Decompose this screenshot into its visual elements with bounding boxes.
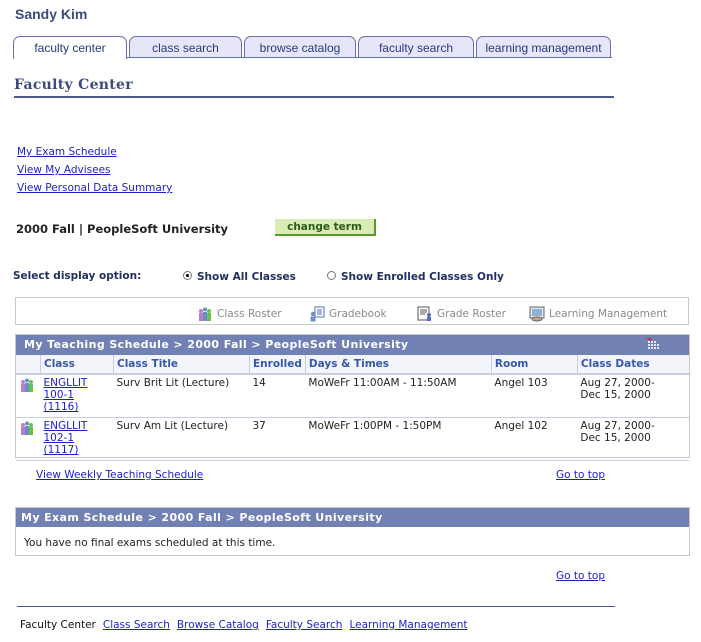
class-roster-label: Class Roster	[217, 308, 282, 320]
gradebook-action[interactable]: Gradebook	[309, 306, 387, 322]
col-days-times: Days & Times	[305, 355, 492, 375]
action-toolbar: Class Roster Gradebook Grade Roster Lear…	[15, 297, 689, 325]
table-header-row: Class Class Title Enrolled Days & Times …	[16, 355, 689, 375]
tab-learning-management[interactable]: learning management	[476, 36, 611, 57]
tab-class-search[interactable]: class search	[129, 36, 242, 57]
enrolled-cell: 37	[249, 417, 306, 461]
col-class-dates: Class Dates	[577, 355, 689, 375]
tab-faculty-center[interactable]: faculty center	[13, 36, 127, 59]
class-dates-cell: Aug 27, 2000- Dec 15, 2000	[577, 417, 689, 461]
view-weekly-teaching-schedule-link[interactable]: View Weekly Teaching Schedule	[36, 469, 203, 481]
learning-management-label: Learning Management	[549, 308, 668, 320]
show-enrolled-only-radio[interactable]	[327, 271, 336, 280]
go-to-top-link[interactable]: Go to top	[556, 469, 605, 481]
col-class-title: Class Title	[113, 355, 250, 375]
user-name: Sandy Kim	[15, 6, 88, 22]
col-icon	[16, 355, 41, 375]
exam-schedule-grid: My Exam Schedule > 2000 Fall > PeopleSof…	[15, 507, 690, 556]
class-roster-icon	[197, 306, 213, 322]
learning-management-action[interactable]: Learning Management	[529, 306, 667, 322]
class-number: (1117)	[43, 444, 79, 456]
grade-roster-action[interactable]: Grade Roster	[417, 306, 506, 322]
room-cell: Angel 103	[491, 374, 578, 418]
class-roster-row-cell[interactable]	[16, 417, 41, 461]
days-times-cell: MoWeFr 11:00AM - 11:50AM	[305, 374, 492, 418]
show-all-classes-radio[interactable]	[183, 271, 192, 280]
tab-bar: faculty center class search browse catal…	[13, 36, 613, 59]
exam-schedule-message: You have no final exams scheduled at thi…	[24, 537, 276, 549]
my-exam-schedule-link[interactable]: My Exam Schedule	[17, 146, 117, 158]
start-date: Aug 27, 2000-	[580, 377, 655, 389]
class-subject: ENGLLIT	[43, 420, 88, 432]
teaching-schedule-table: Class Class Title Enrolled Days & Times …	[16, 355, 689, 461]
footer-current-page: Faculty Center	[20, 619, 96, 631]
col-class: Class	[40, 355, 114, 375]
class-cell: ENGLLIT 100-1 (1116)	[40, 374, 114, 418]
view-personal-data-summary-link[interactable]: View Personal Data Summary	[17, 182, 172, 194]
table-row: ENGLLIT 102-1 (1117) Surv Am Lit (Lecture)…	[16, 417, 689, 461]
footer-learning-management-link[interactable]: Learning Management	[349, 619, 467, 631]
gradebook-icon	[309, 306, 325, 322]
tab-browse-catalog[interactable]: browse catalog	[244, 36, 356, 57]
view-my-advisees-link[interactable]: View My Advisees	[17, 164, 111, 176]
class-link[interactable]: ENGLLIT 102-1 (1117)	[44, 420, 88, 456]
class-roster-icon[interactable]	[19, 421, 35, 439]
class-title-cell: Surv Brit Lit (Lecture)	[113, 374, 250, 418]
class-cell: ENGLLIT 102-1 (1117)	[40, 417, 114, 461]
teaching-schedule-header: My Teaching Schedule > 2000 Fall > Peopl…	[16, 335, 689, 355]
term-label: 2000 Fall | PeopleSoft University	[16, 222, 229, 236]
days-times-cell: MoWeFr 1:00PM - 1:50PM	[305, 417, 492, 461]
grade-roster-label: Grade Roster	[437, 308, 506, 320]
footer-faculty-search-link[interactable]: Faculty Search	[266, 619, 343, 631]
teaching-schedule-title: My Teaching Schedule > 2000 Fall > Peopl…	[24, 338, 409, 351]
class-roster-action[interactable]: Class Roster	[197, 306, 282, 322]
footer-divider	[17, 606, 615, 607]
gradebook-label: Gradebook	[329, 308, 387, 320]
class-number: (1116)	[43, 401, 79, 413]
change-term-button[interactable]: change term	[275, 219, 376, 236]
teaching-schedule-grid: My Teaching Schedule > 2000 Fall > Peopl…	[15, 334, 690, 461]
learning-management-icon	[529, 306, 545, 322]
class-subject: ENGLLIT	[43, 377, 88, 389]
footer-class-search-link[interactable]: Class Search	[103, 619, 170, 631]
enrolled-cell: 14	[249, 374, 306, 418]
show-enrolled-only-label[interactable]: Show Enrolled Classes Only	[341, 271, 504, 283]
title-divider	[14, 96, 614, 98]
col-enrolled: Enrolled	[249, 355, 306, 375]
table-row: ENGLLIT 100-1 (1116) Surv Brit Lit (Lectur…	[16, 374, 689, 418]
show-all-classes-label[interactable]: Show All Classes	[197, 271, 296, 283]
grade-roster-icon	[417, 306, 433, 322]
class-section: 100-1	[43, 389, 75, 401]
end-date: Dec 15, 2000	[580, 432, 651, 444]
go-to-top-link-bottom[interactable]: Go to top	[556, 570, 605, 582]
footer-browse-catalog-link[interactable]: Browse Catalog	[177, 619, 259, 631]
tab-faculty-search[interactable]: faculty search	[358, 36, 474, 57]
room-cell: Angel 102	[491, 417, 578, 461]
class-roster-row-cell[interactable]	[16, 374, 41, 418]
display-option-label: Select display option:	[13, 270, 142, 282]
class-title-cell: Surv Am Lit (Lecture)	[113, 417, 250, 461]
class-link[interactable]: ENGLLIT 100-1 (1116)	[44, 377, 88, 413]
col-room: Room	[491, 355, 578, 375]
footer-nav: Faculty Center Class Search Browse Catal…	[20, 619, 468, 631]
end-date: Dec 15, 2000	[580, 389, 651, 401]
class-roster-icon[interactable]	[19, 378, 35, 396]
class-dates-cell: Aug 27, 2000- Dec 15, 2000	[577, 374, 689, 418]
class-section: 102-1	[43, 432, 75, 444]
exam-schedule-header: My Exam Schedule > 2000 Fall > PeopleSof…	[16, 508, 689, 527]
page-title: Faculty Center	[14, 77, 133, 93]
start-date: Aug 27, 2000-	[580, 420, 655, 432]
